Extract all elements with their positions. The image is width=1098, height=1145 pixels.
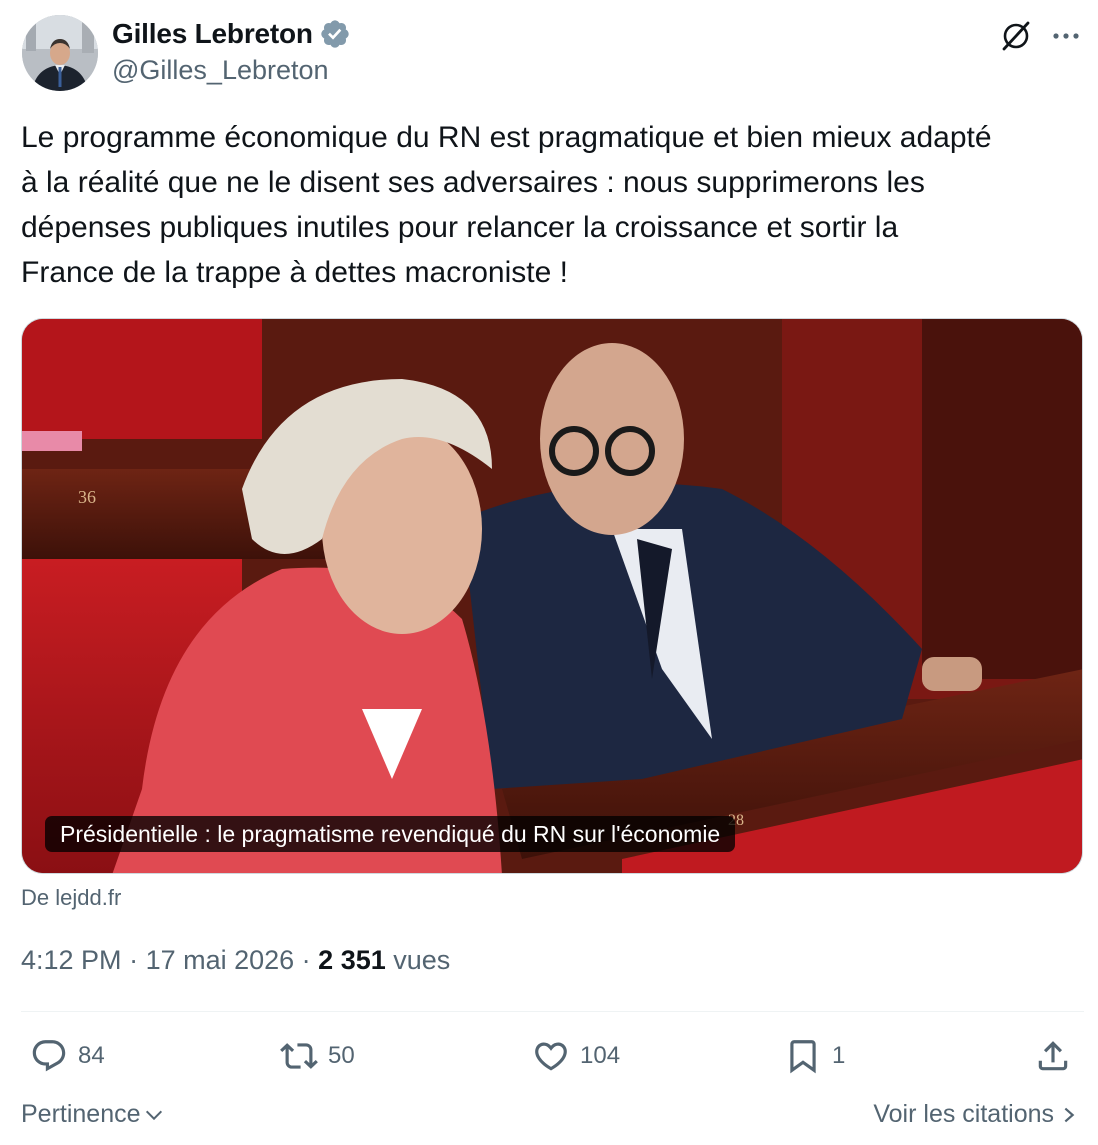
link-card-media[interactable]: 36 28 Présidentielle : le pragmatisme re…: [21, 318, 1083, 874]
repost-icon: [280, 1043, 318, 1069]
like-icon: [535, 1042, 567, 1071]
grok-icon[interactable]: [998, 18, 1034, 54]
reply-count: 84: [78, 1042, 105, 1069]
bookmark-button[interactable]: 1: [784, 1036, 845, 1076]
chevron-down-icon: [145, 1110, 162, 1120]
author-avatar[interactable]: [22, 15, 98, 91]
author-name-row: Gilles Lebreton: [112, 17, 351, 51]
bookmark-icon: [790, 1040, 816, 1074]
share-button[interactable]: [1034, 1036, 1072, 1076]
like-count: 104: [580, 1042, 621, 1069]
tweet-meta: 4:12 PM · 17 mai 2026 · 2 351 vues: [21, 945, 450, 976]
article-photo: 36 28: [22, 319, 1082, 873]
verified-badge-icon[interactable]: [319, 18, 351, 50]
views-label: vues: [393, 945, 451, 975]
author-handle[interactable]: @Gilles_Lebreton: [112, 55, 329, 86]
views-count: 2 351: [318, 945, 386, 975]
link-card-source[interactable]: De lejdd.fr: [21, 885, 121, 911]
meta-separator: ·: [294, 945, 319, 975]
repost-button[interactable]: 50: [280, 1036, 355, 1076]
meta-separator: ·: [121, 945, 146, 975]
tweet-time[interactable]: 4:12 PM: [21, 945, 122, 975]
reply-icon: [32, 1040, 66, 1072]
tweet-date[interactable]: 17 mai 2026: [146, 945, 295, 975]
repost-count: 50: [328, 1042, 355, 1069]
view-quotes-label: Voir les citations: [873, 1100, 1054, 1128]
more-options-icon[interactable]: [1048, 18, 1084, 54]
bench-number-36: 36: [78, 487, 96, 507]
chevron-right-icon: [1064, 1107, 1075, 1122]
share-icon: [1038, 1041, 1068, 1071]
avatar-photo: [22, 15, 98, 91]
sort-label: Pertinence: [21, 1100, 141, 1128]
link-card-title: Présidentielle : le pragmatisme revendiq…: [45, 816, 736, 852]
view-quotes-link[interactable]: Voir les citations: [873, 1100, 1078, 1129]
like-button[interactable]: 104: [532, 1036, 620, 1076]
divider: [21, 1011, 1084, 1012]
tweet-text: Le programme économique du RN est pragma…: [21, 121, 992, 289]
author-display-name[interactable]: Gilles Lebreton: [112, 18, 313, 50]
reply-button[interactable]: 84: [30, 1036, 105, 1076]
sort-dropdown[interactable]: Pertinence: [21, 1100, 165, 1129]
bookmark-count: 1: [832, 1042, 846, 1069]
